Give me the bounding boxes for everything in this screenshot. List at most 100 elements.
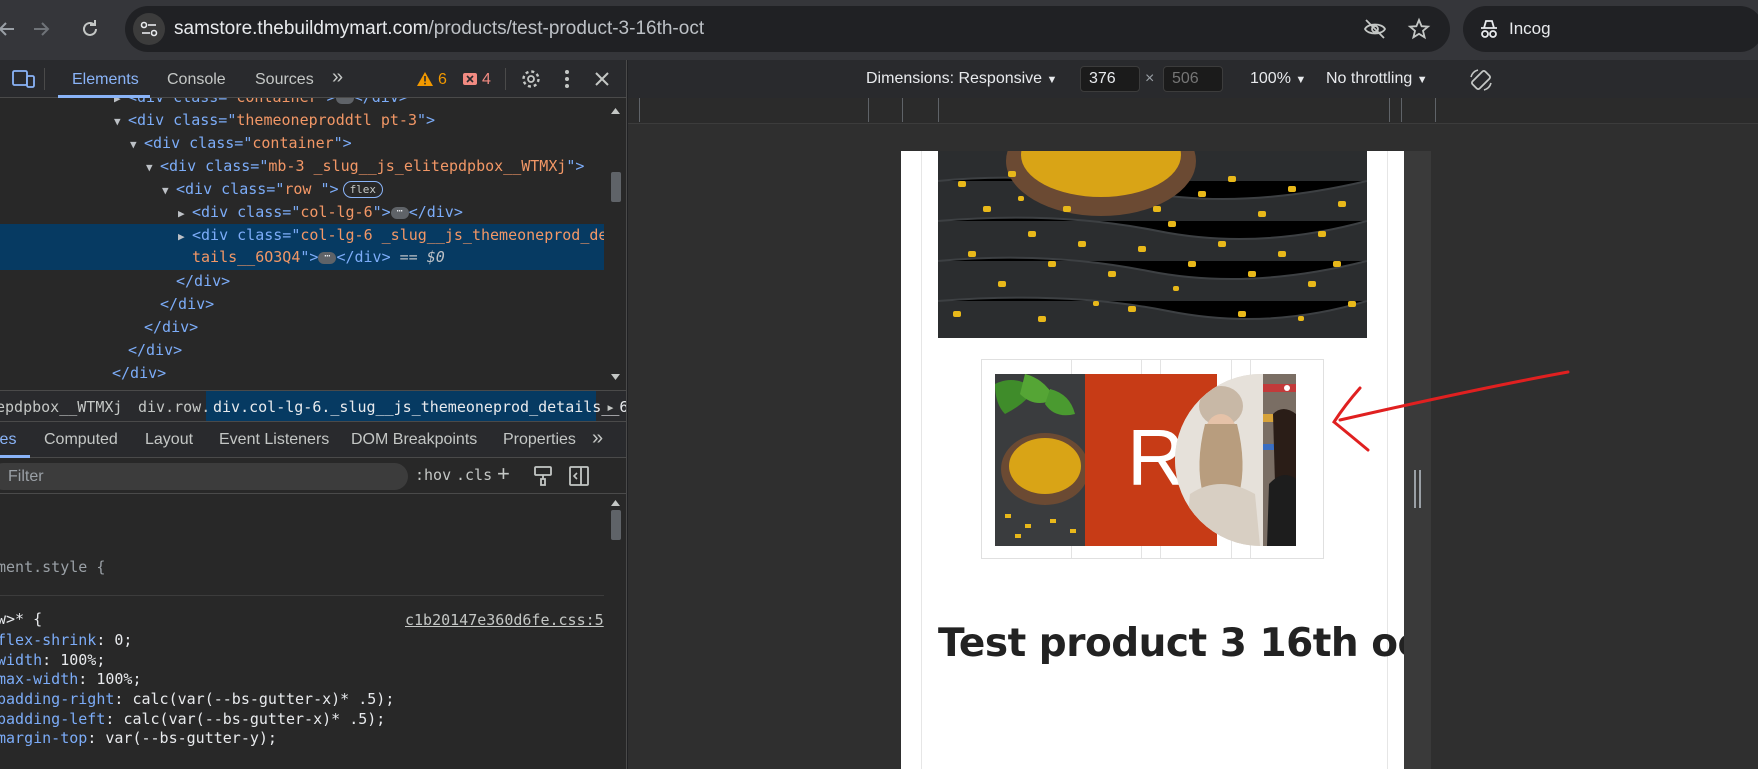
tab-console[interactable]: Console bbox=[167, 71, 226, 89]
css-value: 100%; bbox=[96, 670, 142, 688]
css-declaration[interactable]: margin-top: var(--bs-gutter-y); bbox=[0, 728, 277, 748]
throttling-dropdown[interactable]: No throttling ▼ bbox=[1326, 70, 1428, 88]
dom-close-tag: </div> bbox=[128, 341, 183, 359]
back-icon[interactable] bbox=[0, 14, 22, 44]
dom-tag: <div class=" bbox=[192, 226, 301, 244]
thumbnail-carousel[interactable]: R bbox=[981, 359, 1324, 559]
tab-styles[interactable]: les bbox=[0, 431, 16, 449]
dom-node[interactable]: ▼ <div class="container"> bbox=[0, 132, 604, 155]
dom-node[interactable]: ▼ <div class="row "> flex bbox=[0, 178, 604, 201]
warning-icon[interactable] bbox=[416, 71, 434, 92]
address-bar[interactable]: samstore.thebuildmymart.com/products/tes… bbox=[125, 6, 1450, 52]
dom-node[interactable]: ▶ <div class="col-lg-6"> ⋯ </div> bbox=[0, 201, 604, 224]
css-property: max-width bbox=[0, 670, 79, 688]
dom-attr-value: mb-3 _slug__js_elitepdpbox__WTMXj bbox=[268, 157, 567, 175]
reload-icon[interactable] bbox=[75, 14, 105, 44]
dom-close-tag: </div> bbox=[408, 203, 463, 221]
sidebar-toggle-icon[interactable] bbox=[569, 466, 589, 491]
dom-tag: <div class=" bbox=[128, 98, 236, 106]
product-main-image[interactable] bbox=[938, 151, 1367, 338]
dom-tree: ▶<div class="container">⋯</div> ▼<div cl… bbox=[0, 98, 604, 390]
css-value: calc(var(--bs-gutter-x)* .5); bbox=[132, 690, 395, 708]
thumbnail-fenugreek[interactable] bbox=[995, 374, 1087, 546]
dom-node[interactable]: </div> bbox=[0, 362, 604, 385]
tab-layout[interactable]: Layout bbox=[145, 431, 193, 449]
class-toggle[interactable]: .cls bbox=[456, 466, 492, 484]
dom-attr-value: container bbox=[252, 134, 334, 152]
selected-dom-node[interactable]: ▶ <div class="col-lg-6 _slug__js_themeone… bbox=[0, 224, 604, 270]
css-declaration[interactable]: max-width: 100%; bbox=[0, 669, 142, 689]
settings-gear-icon[interactable] bbox=[520, 68, 542, 95]
flex-badge[interactable]: flex bbox=[342, 181, 384, 198]
css-declaration[interactable]: padding-right: calc(var(--bs-gutter-x)* … bbox=[0, 689, 394, 709]
dom-node[interactable]: </div> bbox=[0, 270, 604, 293]
hover-state-toggle[interactable]: :hov bbox=[415, 466, 451, 484]
styles-scrollbar[interactable] bbox=[604, 494, 626, 769]
more-subtabs-button[interactable]: » bbox=[592, 427, 603, 450]
css-declaration[interactable]: width: 100%; bbox=[0, 650, 105, 670]
css-source-link[interactable]: c1b20147e360d6fe.css:5 bbox=[405, 611, 604, 629]
dom-tag: <div class=" bbox=[176, 180, 285, 198]
filter-input[interactable] bbox=[0, 463, 408, 490]
css-property: padding-right bbox=[0, 690, 115, 708]
tab-event-listeners[interactable]: Event Listeners bbox=[219, 431, 329, 449]
breadcrumb-item-selected[interactable]: div.col-lg-6._slug__js_themeoneprod_deta… bbox=[213, 398, 626, 416]
css-property: padding-left bbox=[0, 710, 106, 728]
css-declaration[interactable]: flex-shrink: 0; bbox=[0, 630, 132, 650]
ellipsis-icon[interactable]: ⋯ bbox=[318, 251, 337, 264]
rotate-icon[interactable] bbox=[1468, 67, 1494, 98]
dom-node[interactable]: ▼ <div class="mb-3 _slug__js_elitepdpbox_… bbox=[0, 155, 604, 178]
tab-computed[interactable]: Computed bbox=[44, 431, 118, 449]
incognito-chip[interactable]: Incog bbox=[1463, 6, 1758, 52]
close-icon[interactable] bbox=[592, 69, 612, 94]
dom-attr-value: container bbox=[236, 98, 317, 106]
dimensions-dropdown[interactable]: Dimensions: Responsive ▼ bbox=[866, 70, 1057, 88]
eye-off-icon[interactable] bbox=[1363, 18, 1387, 45]
tab-sources[interactable]: Sources bbox=[255, 71, 314, 89]
dom-tag-end: "> bbox=[333, 134, 352, 152]
dom-node[interactable]: </div> bbox=[0, 339, 604, 362]
star-icon[interactable] bbox=[1407, 17, 1431, 46]
dom-node[interactable]: </div> bbox=[0, 316, 604, 339]
tab-properties[interactable]: Properties bbox=[503, 431, 576, 449]
zoom-dropdown[interactable]: 100% ▼ bbox=[1250, 70, 1306, 88]
dom-scrollbar[interactable] bbox=[604, 98, 626, 390]
dom-node[interactable]: ▼ <div class="themeoneproddtl pt-3"> bbox=[0, 109, 604, 132]
kebab-menu-icon[interactable] bbox=[560, 68, 574, 95]
error-icon[interactable] bbox=[462, 72, 478, 91]
breadcrumb-item[interactable]: div.row. bbox=[138, 398, 210, 416]
device-emulation-toolbar: Dimensions: Responsive ▼ × 100% ▼ No thr… bbox=[628, 60, 1758, 98]
errors-count[interactable]: 4 bbox=[482, 71, 491, 89]
rule-selector[interactable]: w>* { bbox=[0, 609, 42, 629]
caret-down-icon: ▼ bbox=[1416, 74, 1428, 86]
width-input[interactable] bbox=[1080, 66, 1140, 92]
css-value: 100%; bbox=[60, 651, 106, 669]
site-info-icon[interactable] bbox=[133, 13, 165, 45]
height-input[interactable] bbox=[1163, 66, 1223, 92]
incognito-label: Incog bbox=[1509, 19, 1551, 38]
media-query-ruler[interactable] bbox=[628, 98, 1758, 124]
new-rule-button[interactable]: + bbox=[497, 461, 510, 487]
dom-node[interactable]: ▶<div class="container">⋯</div> bbox=[0, 98, 604, 109]
breadcrumb-arrow-icon[interactable]: ▸ bbox=[606, 398, 615, 416]
warnings-count[interactable]: 6 bbox=[438, 71, 447, 89]
ellipsis-icon[interactable]: ⋯ bbox=[390, 206, 409, 219]
devtools-tabbar: Elements Console Sources » 6 4 bbox=[0, 60, 626, 98]
tab-elements[interactable]: Elements bbox=[72, 71, 139, 89]
device-toolbar-icon[interactable] bbox=[12, 69, 36, 94]
breadcrumb-item[interactable]: epdpbox__WTMXj bbox=[0, 398, 122, 416]
tab-dom-breakpoints[interactable]: DOM Breakpoints bbox=[351, 431, 477, 449]
ellipsis-icon[interactable]: ⋯ bbox=[335, 98, 354, 104]
paint-brush-icon[interactable] bbox=[533, 465, 553, 492]
throttling-label: No throttling bbox=[1326, 70, 1413, 87]
css-declaration[interactable]: padding-left: calc(var(--bs-gutter-x)* .… bbox=[0, 709, 385, 729]
dom-close-tag: </div> bbox=[112, 364, 167, 382]
url-text: samstore.thebuildmymart.com/products/tes… bbox=[174, 18, 704, 40]
dom-node[interactable]: </div> bbox=[0, 293, 604, 316]
element-style-selector[interactable]: ment.style { bbox=[0, 557, 105, 577]
more-tabs-button[interactable]: » bbox=[332, 66, 343, 89]
forward-icon[interactable] bbox=[26, 14, 56, 44]
incognito-icon bbox=[1477, 17, 1501, 46]
resize-handle-icon[interactable] bbox=[1413, 470, 1422, 508]
thumbnail-woman-store[interactable] bbox=[1263, 374, 1296, 546]
